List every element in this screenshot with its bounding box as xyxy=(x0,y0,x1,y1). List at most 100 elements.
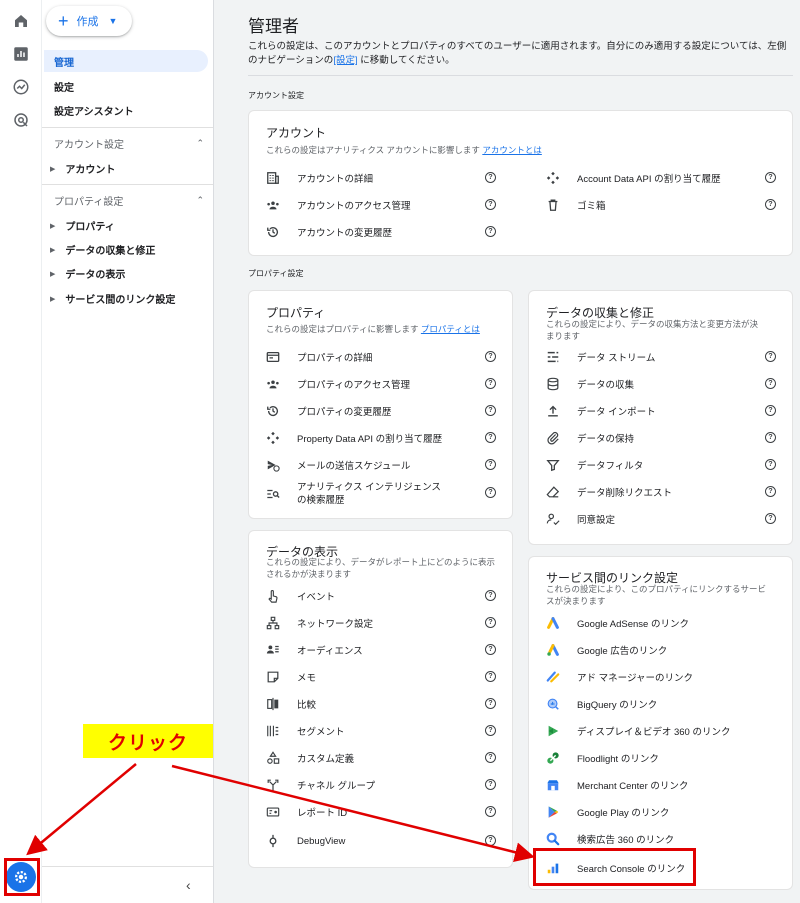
help-icon[interactable]: ? xyxy=(485,698,496,709)
data-collection-item[interactable]: データの収集 xyxy=(545,371,634,397)
help-icon[interactable]: ? xyxy=(765,432,776,443)
nav-section-label: プロパティ設定 xyxy=(54,197,124,208)
home-icon[interactable] xyxy=(11,11,31,31)
display-video-360-link-item[interactable]: ディスプレイ＆ビデオ 360 のリンク xyxy=(545,718,730,744)
property-details-item[interactable]: プロパティの詳細 xyxy=(265,344,372,370)
data-filters-item[interactable]: データフィルタ xyxy=(545,452,643,478)
help-icon[interactable]: ? xyxy=(485,459,496,470)
help-icon[interactable]: ? xyxy=(485,378,496,389)
card-subtitle: これらの設定により、データの収集方法と変更方法が決まります xyxy=(546,319,758,341)
comparisons-item[interactable]: 比較 xyxy=(265,691,316,717)
upload-icon xyxy=(545,403,561,419)
google-play-link-item[interactable]: Google Play のリンク xyxy=(545,799,669,825)
help-icon[interactable]: ? xyxy=(485,779,496,790)
audiences-item[interactable]: オーディエンス xyxy=(265,637,363,663)
data-retention-item[interactable]: データの保持 xyxy=(545,425,634,451)
nav-sub-property[interactable]: ▶ プロパティ xyxy=(50,218,115,233)
section-label-account-settings: アカウント設定 xyxy=(248,91,304,100)
advertising-icon[interactable] xyxy=(11,110,31,130)
nav-item-admin[interactable]: 管理 xyxy=(44,50,208,72)
help-icon[interactable]: ? xyxy=(765,459,776,470)
google-ads-link-item[interactable]: Google 広告のリンク xyxy=(545,637,667,663)
nav-item-settings[interactable]: 設定 xyxy=(44,75,208,97)
help-icon[interactable]: ? xyxy=(485,199,496,210)
nav-section-label: アカウント設定 xyxy=(54,140,124,151)
ad-manager-link-item[interactable]: アド マネージャーのリンク xyxy=(545,664,693,690)
help-icon[interactable]: ? xyxy=(485,351,496,362)
main-content: 管理者 これらの設定は、このアカウントとプロパティのすべてのユーザーに適用されま… xyxy=(214,0,800,903)
account-api-quota-item[interactable]: Account Data API の割り当て履歴 xyxy=(545,165,721,191)
nav-section-account-settings[interactable]: アカウント設定 ⌃ xyxy=(54,136,204,151)
section-label-property-settings: プロパティ設定 xyxy=(248,269,304,278)
nav-sub-data-display[interactable]: ▶ データの表示 xyxy=(50,266,125,281)
merchant-center-logo-icon xyxy=(545,777,561,793)
dropdown-caret-icon: ▼ xyxy=(108,16,118,26)
data-deletion-requests-item[interactable]: データ削除リクエスト xyxy=(545,479,672,505)
what-is-property-link[interactable]: プロパティとは xyxy=(421,324,480,334)
help-icon[interactable]: ? xyxy=(485,835,496,846)
help-icon[interactable]: ? xyxy=(765,351,776,362)
notes-item[interactable]: メモ xyxy=(265,664,316,690)
trash-item[interactable]: ゴミ箱 xyxy=(545,192,606,218)
nav-sub-account[interactable]: ▶ アカウント xyxy=(50,161,115,176)
help-icon[interactable]: ? xyxy=(485,644,496,655)
property-history-item[interactable]: プロパティの変更履歴 xyxy=(265,398,391,424)
nav-item-setup-assistant[interactable]: 設定アシスタント xyxy=(44,99,208,121)
nav-divider xyxy=(42,184,213,185)
help-icon[interactable]: ? xyxy=(765,405,776,416)
intelligence-search-history-item[interactable]: アナリティクス インテリジェンスの検索履歴 xyxy=(265,479,445,509)
custom-definitions-item[interactable]: カスタム定義 xyxy=(265,745,354,771)
floodlight-link-item[interactable]: Floodlight のリンク xyxy=(545,745,659,771)
help-icon[interactable]: ? xyxy=(485,172,496,183)
search-ads-360-logo-icon xyxy=(545,831,561,847)
consent-settings-item[interactable]: 同意設定 xyxy=(545,506,615,532)
help-icon[interactable]: ? xyxy=(765,378,776,389)
bigquery-link-item[interactable]: BigQuery のリンク xyxy=(545,691,657,717)
nav-sub-data-collection[interactable]: ▶ データの収集と修正 xyxy=(50,242,155,257)
help-icon[interactable]: ? xyxy=(765,486,776,497)
events-item[interactable]: イベント xyxy=(265,583,335,609)
help-icon[interactable]: ? xyxy=(485,590,496,601)
attachment-icon xyxy=(545,430,561,446)
id-card-icon xyxy=(265,804,281,820)
collapse-nav-chevron-icon[interactable]: ‹ xyxy=(186,877,191,893)
help-icon[interactable]: ? xyxy=(485,405,496,416)
adsense-link-item[interactable]: Google AdSense のリンク xyxy=(545,610,689,636)
property-api-quota-item[interactable]: Property Data API の割り当て履歴 xyxy=(265,425,442,451)
explore-icon[interactable] xyxy=(11,77,31,97)
help-icon[interactable]: ? xyxy=(485,725,496,736)
reports-icon[interactable] xyxy=(11,44,31,64)
help-icon[interactable]: ? xyxy=(485,226,496,237)
account-access-item[interactable]: アカウントのアクセス管理 xyxy=(265,192,411,218)
network-settings-item[interactable]: ネットワーク設定 xyxy=(265,610,373,636)
help-icon[interactable]: ? xyxy=(765,199,776,210)
network-icon xyxy=(265,615,281,631)
property-access-item[interactable]: プロパティのアクセス管理 xyxy=(265,371,410,397)
data-streams-item[interactable]: データ ストリーム xyxy=(545,344,655,370)
help-icon[interactable]: ? xyxy=(765,513,776,524)
what-is-account-link[interactable]: アカウントとは xyxy=(482,145,542,155)
help-icon[interactable]: ? xyxy=(485,806,496,817)
create-button[interactable]: + 作成 ▼ xyxy=(46,6,132,36)
help-icon[interactable]: ? xyxy=(485,487,496,498)
nav-section-property-settings[interactable]: プロパティ設定 ⌃ xyxy=(54,193,204,208)
help-icon[interactable]: ? xyxy=(485,752,496,763)
help-icon[interactable]: ? xyxy=(485,671,496,682)
nav-sub-product-links[interactable]: ▶ サービス間のリンク設定 xyxy=(50,291,175,306)
card-subtitle: これらの設定により、このプロパティにリンクするサービスが決まります xyxy=(546,584,766,606)
debugview-item[interactable]: DebugView xyxy=(265,828,345,854)
segments-item[interactable]: セグメント xyxy=(265,718,345,744)
channel-groups-item[interactable]: チャネル グループ xyxy=(265,772,375,798)
account-details-item[interactable]: アカウントの詳細 xyxy=(265,165,373,191)
merchant-center-link-item[interactable]: Merchant Center のリンク xyxy=(545,772,688,798)
help-icon[interactable]: ? xyxy=(765,172,776,183)
ad-manager-logo-icon xyxy=(545,669,561,685)
settings-link[interactable]: [設定] xyxy=(333,55,357,66)
report-id-item[interactable]: レポート ID xyxy=(265,799,347,825)
help-icon[interactable]: ? xyxy=(485,432,496,443)
account-history-item[interactable]: アカウントの変更履歴 xyxy=(265,219,392,245)
email-schedule-item[interactable]: メールの送信スケジュール xyxy=(265,452,410,478)
nav-divider xyxy=(42,127,213,128)
help-icon[interactable]: ? xyxy=(485,617,496,628)
data-import-item[interactable]: データ インポート xyxy=(545,398,656,424)
